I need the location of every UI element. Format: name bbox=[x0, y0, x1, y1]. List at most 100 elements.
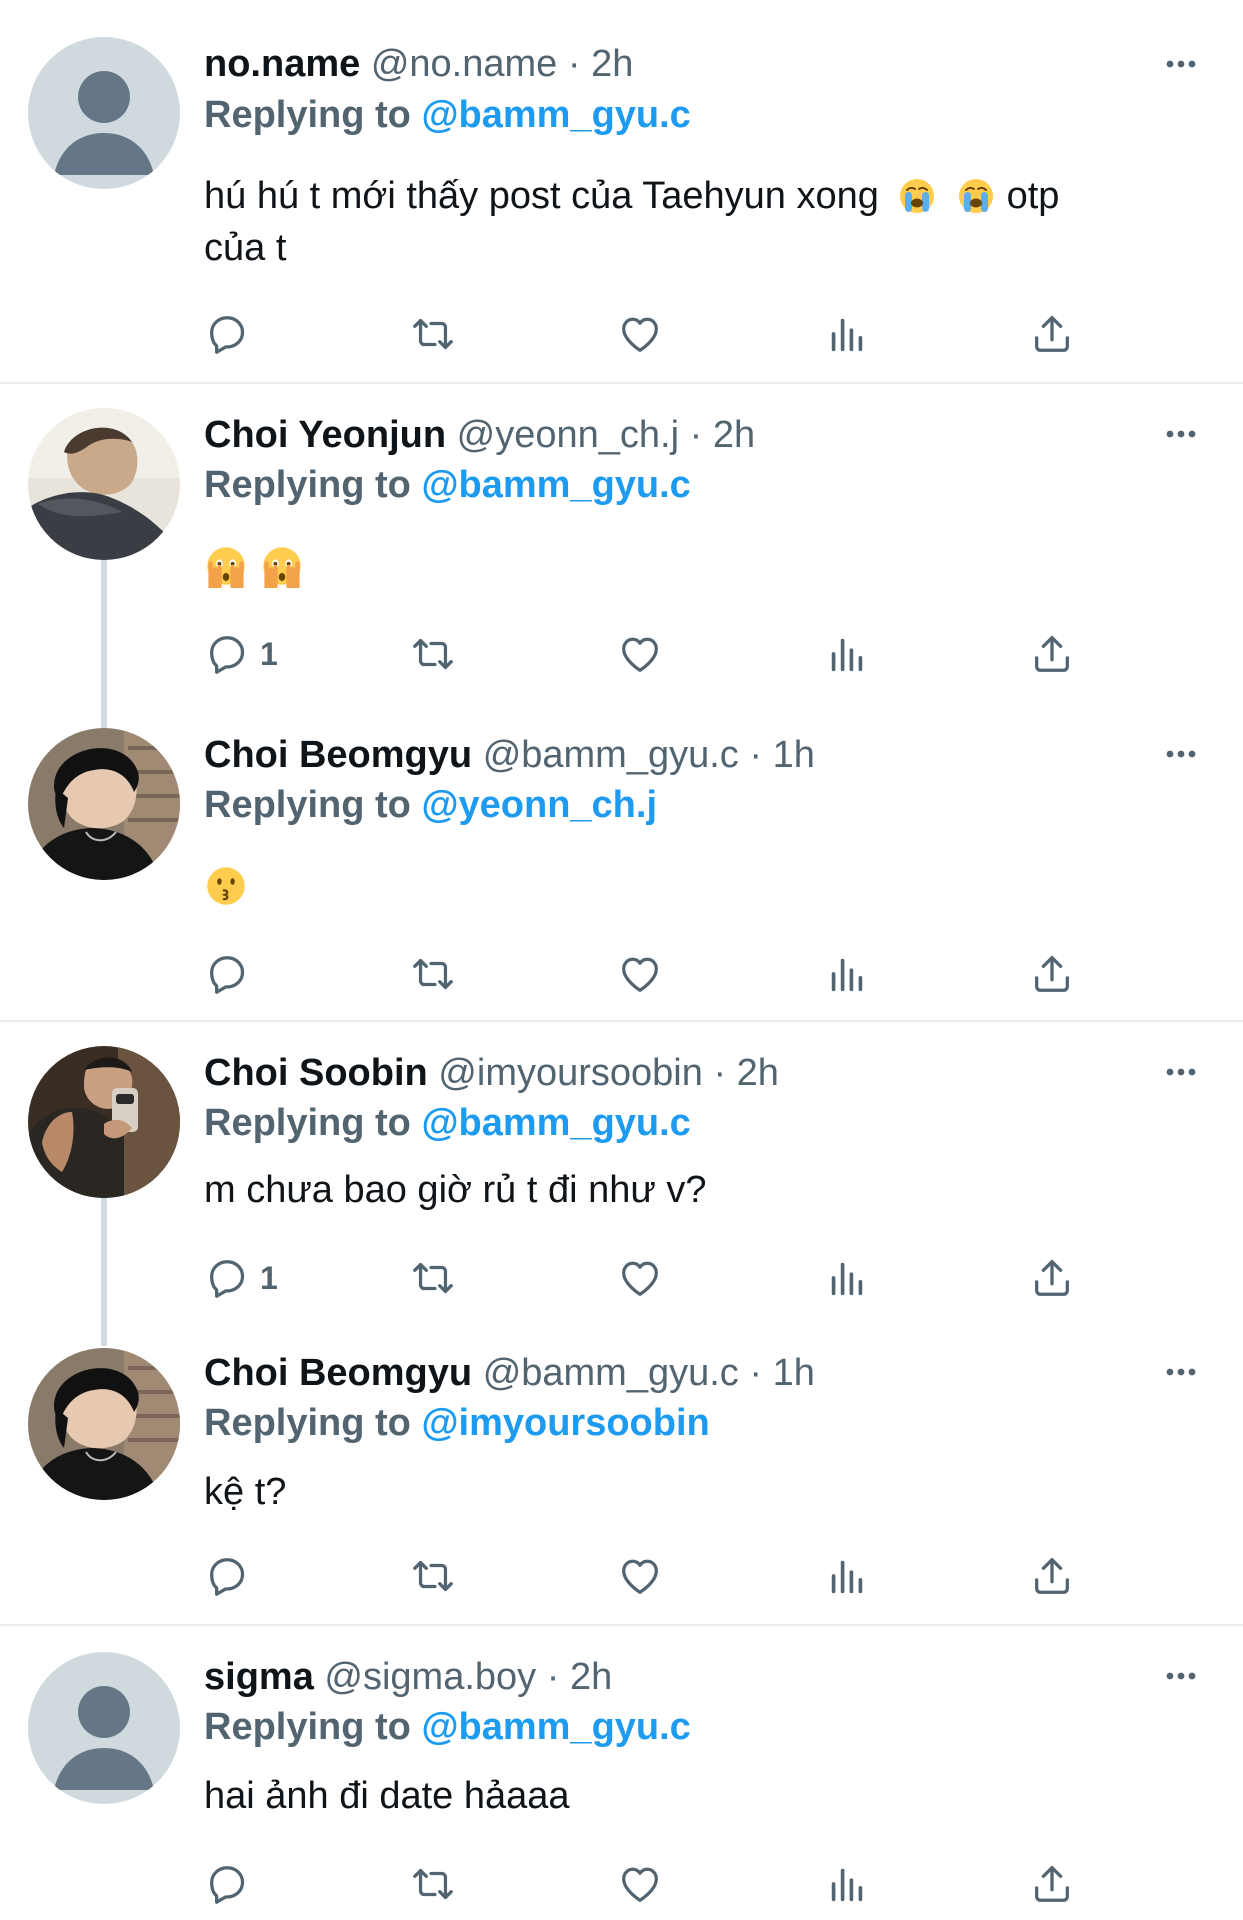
more-icon[interactable] bbox=[1161, 44, 1201, 84]
separator-dot: · bbox=[713, 1052, 727, 1094]
user-handle[interactable]: @yeonn_ch.j bbox=[457, 414, 679, 456]
mention-link[interactable]: @bamm_gyu.c bbox=[421, 1102, 690, 1144]
more-icon[interactable] bbox=[1161, 1656, 1201, 1696]
share-icon bbox=[1029, 631, 1075, 677]
display-name[interactable]: sigma bbox=[204, 1656, 314, 1698]
reply-button[interactable] bbox=[204, 308, 250, 360]
views-button[interactable] bbox=[824, 308, 870, 360]
display-name[interactable]: Choi Soobin bbox=[204, 1052, 428, 1094]
views-icon bbox=[824, 951, 870, 997]
mention-link[interactable]: @bamm_gyu.c bbox=[421, 1706, 690, 1748]
retweet-button[interactable] bbox=[410, 1252, 456, 1304]
replying-to-label: Replying to bbox=[204, 1402, 411, 1444]
views-icon bbox=[824, 1255, 870, 1301]
more-icon[interactable] bbox=[1161, 1352, 1201, 1392]
views-button[interactable] bbox=[824, 1550, 870, 1602]
share-button[interactable] bbox=[1029, 1252, 1075, 1304]
separator-dot: · bbox=[689, 414, 703, 456]
tweet-emojis bbox=[204, 864, 248, 910]
timestamp[interactable]: 1h bbox=[773, 1352, 815, 1394]
more-icon[interactable] bbox=[1161, 734, 1201, 774]
kissing-face-emoji bbox=[204, 864, 248, 908]
mention-link[interactable]: @bamm_gyu.c bbox=[421, 94, 690, 136]
retweet-button[interactable] bbox=[410, 308, 456, 360]
tweet-reply[interactable]: Choi Beomgyu @bamm_gyu.c · 1h Replying t… bbox=[0, 704, 1243, 1020]
tweet-reply[interactable]: Choi Yeonjun @yeonn_ch.j · 2h Replying t… bbox=[0, 384, 1243, 704]
avatar[interactable] bbox=[28, 1046, 180, 1198]
timestamp[interactable]: 2h bbox=[737, 1052, 779, 1094]
user-handle[interactable]: @no.name bbox=[371, 43, 557, 85]
tweet-header: Choi Beomgyu @bamm_gyu.c · 1h bbox=[204, 732, 815, 778]
reply-count: 1 bbox=[260, 635, 278, 672]
replying-to: Replying to @bamm_gyu.c bbox=[204, 462, 691, 508]
reply-button[interactable] bbox=[204, 948, 250, 1000]
heart-icon bbox=[617, 631, 663, 677]
more-icon[interactable] bbox=[1161, 1052, 1201, 1092]
timestamp[interactable]: 2h bbox=[591, 43, 633, 85]
reply-button[interactable]: 1 bbox=[204, 628, 278, 680]
separator-dot: · bbox=[567, 43, 581, 85]
like-button[interactable] bbox=[617, 1550, 663, 1602]
reply-button[interactable] bbox=[204, 1858, 250, 1910]
mention-link[interactable]: @bamm_gyu.c bbox=[421, 464, 690, 506]
tweet-text-line: hú hú t mới thấy post của Taehyun xong bbox=[204, 175, 879, 217]
share-button[interactable] bbox=[1029, 308, 1075, 360]
tweet-reply[interactable]: Choi Soobin @imyoursoobin · 2h Replying … bbox=[0, 1022, 1243, 1322]
views-button[interactable] bbox=[824, 1252, 870, 1304]
like-button[interactable] bbox=[617, 628, 663, 680]
retweet-icon bbox=[410, 1553, 456, 1599]
avatar[interactable] bbox=[28, 728, 180, 880]
display-name[interactable]: Choi Beomgyu bbox=[204, 1352, 472, 1394]
reply-icon bbox=[204, 1255, 250, 1301]
like-button[interactable] bbox=[617, 1252, 663, 1304]
share-button[interactable] bbox=[1029, 1550, 1075, 1602]
replying-to: Replying to @bamm_gyu.c bbox=[204, 1704, 691, 1750]
tweet-actions bbox=[204, 948, 1104, 1000]
retweet-button[interactable] bbox=[410, 948, 456, 1000]
share-button[interactable] bbox=[1029, 628, 1075, 680]
share-button[interactable] bbox=[1029, 1858, 1075, 1910]
like-button[interactable] bbox=[617, 948, 663, 1000]
views-button[interactable] bbox=[824, 948, 870, 1000]
heart-icon bbox=[617, 1861, 663, 1907]
retweet-button[interactable] bbox=[410, 628, 456, 680]
share-button[interactable] bbox=[1029, 948, 1075, 1000]
tweet-actions bbox=[204, 1550, 1104, 1602]
tweet-text-line: của t bbox=[204, 227, 287, 269]
user-handle[interactable]: @imyoursoobin bbox=[438, 1052, 703, 1094]
replying-to: Replying to @yeonn_ch.j bbox=[204, 782, 657, 828]
views-button[interactable] bbox=[824, 1858, 870, 1910]
like-button[interactable] bbox=[617, 1858, 663, 1910]
avatar[interactable] bbox=[28, 1348, 180, 1500]
user-handle[interactable]: @bamm_gyu.c bbox=[483, 734, 739, 776]
avatar[interactable] bbox=[28, 1652, 180, 1804]
more-icon[interactable] bbox=[1161, 414, 1201, 454]
views-icon bbox=[824, 631, 870, 677]
retweet-button[interactable] bbox=[410, 1858, 456, 1910]
display-name[interactable]: no.name bbox=[204, 43, 360, 85]
display-name[interactable]: Choi Beomgyu bbox=[204, 734, 472, 776]
mention-link[interactable]: @yeonn_ch.j bbox=[421, 784, 657, 826]
display-name[interactable]: Choi Yeonjun bbox=[204, 414, 446, 456]
user-handle[interactable]: @sigma.boy bbox=[324, 1656, 536, 1698]
timestamp[interactable]: 2h bbox=[713, 414, 755, 456]
timestamp[interactable]: 2h bbox=[570, 1656, 612, 1698]
tweet-reply[interactable]: sigma @sigma.boy · 2h Replying to @bamm_… bbox=[0, 1626, 1243, 1920]
replying-to-label: Replying to bbox=[204, 1706, 411, 1748]
timestamp[interactable]: 1h bbox=[773, 734, 815, 776]
tweet-text: hú hú t mới thấy post của Taehyun xong o… bbox=[204, 170, 1194, 274]
separator-dot: · bbox=[749, 734, 763, 776]
tweet-reply[interactable]: no.name @no.name · 2h Replying to @bamm_… bbox=[0, 0, 1243, 384]
reply-button[interactable] bbox=[204, 1550, 250, 1602]
replying-to-label: Replying to bbox=[204, 464, 411, 506]
reply-button[interactable]: 1 bbox=[204, 1252, 278, 1304]
avatar[interactable] bbox=[28, 37, 180, 189]
user-handle[interactable]: @bamm_gyu.c bbox=[483, 1352, 739, 1394]
tweet-reply[interactable]: Choi Beomgyu @bamm_gyu.c · 1h Replying t… bbox=[0, 1322, 1243, 1624]
mention-link[interactable]: @imyoursoobin bbox=[421, 1402, 709, 1444]
retweet-button[interactable] bbox=[410, 1550, 456, 1602]
avatar[interactable] bbox=[28, 408, 180, 560]
views-button[interactable] bbox=[824, 628, 870, 680]
views-icon bbox=[824, 311, 870, 357]
like-button[interactable] bbox=[617, 308, 663, 360]
